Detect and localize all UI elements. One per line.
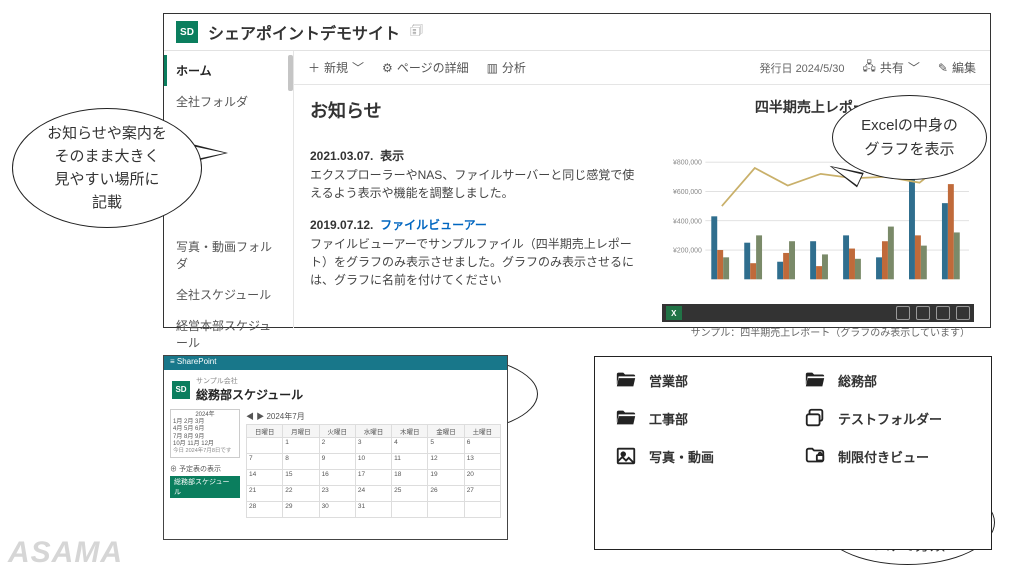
callout-excel: Excelの中身の グラフを表示 (832, 95, 987, 180)
share-button[interactable]: 🖧共有﹀ (863, 57, 920, 78)
folder-open-icon (613, 407, 639, 429)
folder-open-icon (613, 369, 639, 391)
folder-open-icon (802, 369, 828, 391)
sidebar-item-all-schedule[interactable]: 全社スケジュール (164, 279, 293, 310)
callout-news: お知らせや案内を そのまま大きく 見やすい場所に 記載 (12, 108, 202, 228)
news-date: 2019.07.12. (310, 218, 373, 232)
svg-text:¥600,000: ¥600,000 (673, 189, 702, 196)
news-title-text: 表示 (380, 149, 404, 163)
news-title-link[interactable]: ファイルビューアー (380, 218, 487, 232)
share-icon: 🖧 (863, 57, 876, 78)
image-icon (613, 445, 639, 467)
command-bar: ＋新規﹀ ⚙ページの詳細 ▥分析 発行日 2024/5/30 🖧共有﹀ ✎編集 (294, 51, 990, 85)
svg-text:¥400,000: ¥400,000 (673, 218, 702, 225)
news-column: お知らせ 2021.03.07. 表示 エクスプローラーやNAS、ファイルサーバ… (310, 97, 638, 341)
mini-month-picker[interactable]: 2024年 1月 2月 3月4月 5月 6月7月 8月 9月10月 11月 12… (170, 409, 240, 458)
folder-item[interactable]: テストフォルダー (802, 407, 973, 429)
chevron-down-icon: ﹀ (352, 59, 364, 76)
folder-label: 制限付きビュー (838, 447, 929, 466)
news-item: 2019.07.12. ファイルビューアー ファイルビューアーでサンプルファイル… (310, 216, 638, 289)
folder-item[interactable]: 総務部 (802, 369, 973, 391)
folder-label: 営業部 (649, 371, 688, 390)
mini-topbar: ≡ SharePoint (164, 356, 507, 370)
svg-text:¥800,000: ¥800,000 (673, 160, 702, 167)
excel-icon: X (666, 306, 682, 320)
mini-tag[interactable]: 総務部スケジュール (170, 476, 240, 498)
folder-item[interactable]: 写真・動画 (613, 445, 784, 467)
gear-icon: ⚙ (382, 61, 393, 75)
sidebar-item-all-folder[interactable]: 全社フォルダ (164, 86, 293, 117)
mini-sched-heading: ⊕ 予定表の表示 (170, 464, 240, 474)
teams-icon[interactable]: 🗊 (410, 20, 423, 44)
news-desc: エクスプローラーやNAS、ファイルサーバーと同じ感覚で使えるよう表示や機能を調整… (310, 166, 638, 202)
folder-lock-icon (802, 445, 828, 467)
new-button[interactable]: ＋新規﹀ (308, 59, 364, 76)
calendar-frame: ≡ SharePoint SD サンプル会社 総務部スケジュール 2024年 1… (163, 355, 508, 540)
mini-breadcrumb: サンプル会社 (196, 376, 303, 386)
folder-label: 工事部 (649, 409, 688, 428)
site-logo: SD (176, 21, 198, 43)
site-header: SD シェアポイントデモサイト 🗊 (164, 14, 990, 51)
svg-text:¥200,000: ¥200,000 (673, 248, 702, 255)
folder-frame: 営業部 総務部 工事部 テストフォルダー 写真・動画 制限付きビュー (594, 356, 992, 550)
mini-month-nav[interactable]: ◀ ▶ 2024年7月 (246, 409, 501, 424)
folder-label: テストフォルダー (838, 409, 942, 428)
sidebar-item-mgmt-schedule[interactable]: 経営本部スケジュール (164, 310, 293, 358)
folder-item[interactable]: 制限付きビュー (802, 445, 973, 467)
edit-button[interactable]: ✎編集 (938, 59, 976, 76)
folder-label: 写真・動画 (649, 447, 714, 466)
toolbar-btn-2[interactable] (916, 306, 930, 320)
toolbar-btn-4[interactable] (956, 306, 970, 320)
pencil-icon: ✎ (938, 61, 948, 75)
news-item: 2021.03.07. 表示 エクスプローラーやNAS、ファイルサーバーと同じ感… (310, 147, 638, 202)
calendar-grid[interactable]: 日曜日月曜日火曜日水曜日木曜日金曜日土曜日 123456 78910111213… (246, 424, 501, 518)
chart-icon: ▥ (487, 61, 498, 75)
analytics-button[interactable]: ▥分析 (487, 59, 526, 76)
chevron-down-icon: ﹀ (908, 59, 920, 76)
chart-caption: サンプル：四半期売上レポート（グラフのみ表示しています） (662, 322, 974, 341)
news-desc: ファイルビューアーでサンプルファイル（四半期売上レポート）をグラフのみ表示させま… (310, 235, 638, 289)
folder-item[interactable]: 営業部 (613, 369, 784, 391)
plus-icon: ＋ (308, 59, 320, 76)
mini-logo: SD (172, 381, 190, 399)
sidebar-scrollbar[interactable] (288, 55, 293, 91)
sidebar-item-home[interactable]: ホーム (164, 55, 293, 86)
folder-item[interactable]: 工事部 (613, 407, 784, 429)
folder-label: 総務部 (838, 371, 877, 390)
toolbar-btn-1[interactable] (896, 306, 910, 320)
excel-toolbar: X (662, 304, 974, 322)
site-title: シェアポイントデモサイト (208, 20, 400, 44)
folder-copy-icon (802, 407, 828, 429)
page-details-button[interactable]: ⚙ページの詳細 (382, 59, 469, 76)
news-heading: お知らせ (310, 97, 638, 123)
sidebar-item-media-folder[interactable]: 写真・動画フォルダ (164, 231, 293, 279)
mini-title: 総務部スケジュール (196, 386, 303, 403)
publish-date: 発行日 2024/5/30 (760, 60, 845, 76)
toolbar-btn-3[interactable] (936, 306, 950, 320)
news-date: 2021.03.07. (310, 149, 373, 163)
watermark-logo: ASAMA (8, 536, 123, 570)
